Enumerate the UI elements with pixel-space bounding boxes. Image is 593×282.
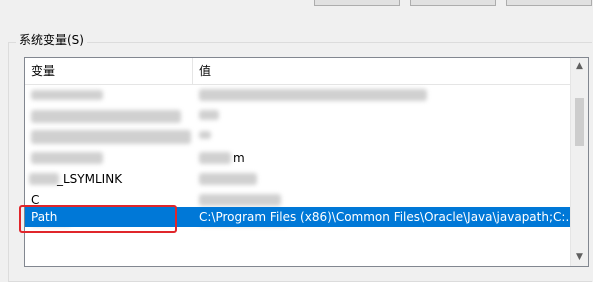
redacted-block <box>199 89 427 101</box>
variable-value <box>193 127 573 147</box>
column-header-variable[interactable]: 变量 <box>25 58 193 84</box>
system-variables-list[interactable]: 变量 值 m _LSYMLINK C Path C:\Program Files… <box>24 57 589 267</box>
top-button-1[interactable] <box>314 0 400 6</box>
table-row[interactable]: _LSYMLINK <box>25 169 573 189</box>
path-highlight-annotation <box>19 205 177 233</box>
column-header-value[interactable]: 值 <box>193 58 573 84</box>
variable-name: _LSYMLINK <box>57 172 123 186</box>
redacted-block <box>31 90 103 100</box>
redacted-block <box>31 110 181 123</box>
redacted-block <box>199 173 257 185</box>
top-button-3[interactable] <box>506 0 592 6</box>
redacted-block <box>199 131 211 139</box>
redacted-block <box>31 152 103 164</box>
table-row[interactable] <box>25 127 573 147</box>
scroll-thumb[interactable] <box>575 98 584 146</box>
table-row[interactable]: m <box>25 148 573 168</box>
redacted-block <box>199 152 231 164</box>
variable-value <box>193 106 573 126</box>
list-header: 变量 值 <box>25 58 573 85</box>
redacted-block <box>199 194 281 206</box>
redacted-block <box>199 110 219 120</box>
top-button-2[interactable] <box>410 0 496 6</box>
scroll-down-icon[interactable]: ▼ <box>571 249 588 266</box>
variable-value: m <box>233 151 245 165</box>
redacted-block <box>31 130 191 144</box>
table-row[interactable] <box>25 85 573 105</box>
vertical-scrollbar[interactable]: ▲ ▼ <box>570 58 588 266</box>
scroll-up-icon[interactable]: ▲ <box>571 58 588 75</box>
system-variables-label: 系统变量(S) <box>16 31 87 48</box>
variable-value: C:\Program Files (x86)\Common Files\Orac… <box>199 210 573 224</box>
table-row[interactable] <box>25 106 573 126</box>
